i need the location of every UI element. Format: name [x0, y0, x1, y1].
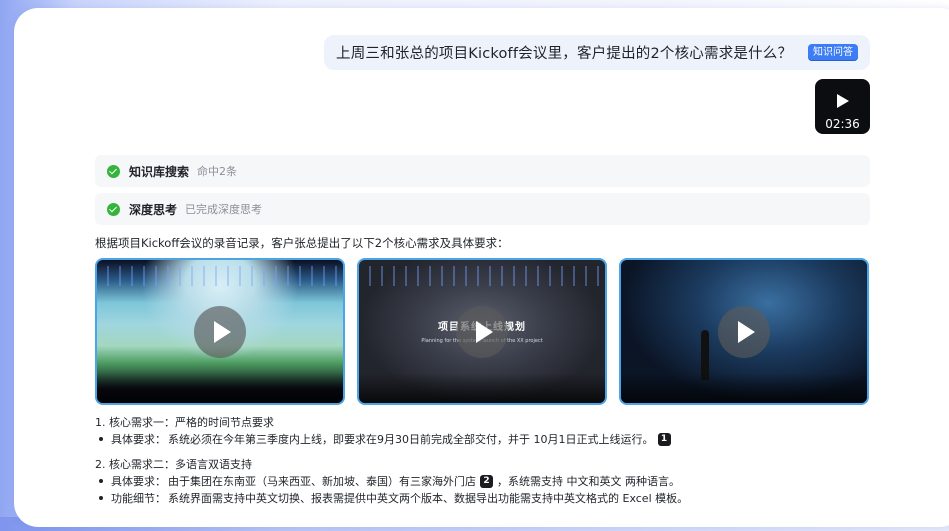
audience-silhouette [359, 373, 605, 403]
citation-badge[interactable]: 2 [480, 474, 493, 488]
step-knowledge-search[interactable]: 知识库搜索 命中2条 [95, 155, 870, 187]
bullet-label: 功能细节： [111, 492, 166, 505]
bullet-label: 具体要求： [111, 475, 166, 488]
bullet-dot [99, 437, 103, 441]
requirement-1-title: 1. 核心需求一：严格的时间节点要求 [95, 416, 274, 429]
bullet-label: 具体要求： [111, 433, 166, 446]
play-icon [837, 94, 849, 108]
stage-floor [621, 373, 867, 403]
bullet-text: 由于集团在东南亚（马来西亚、新加坡、泰国）有三家海外门店 [168, 475, 476, 488]
video-clip-3[interactable] [619, 258, 869, 405]
requirement-2-title: 2. 核心需求二：多语言双语支持 [95, 458, 252, 471]
requirement-2-detail: 具体要求： 由于集团在东南亚（马来西亚、新加坡、泰国）有三家海外门店 2 ，系统… [99, 473, 680, 489]
audience-silhouette [97, 373, 343, 403]
stage-lights [97, 266, 343, 286]
video-clip-2[interactable]: 项目系统上线规划 Planning for the system launch … [357, 258, 607, 405]
answer-intro: 根据项目Kickoff会议的录音记录，客户张总提出了以下2个核心需求及具体要求： [95, 236, 509, 250]
requirement-1-detail: 具体要求： 系统必须在今年第三季度内上线，即要求在9月30日前完成全部交付，并于… [99, 431, 671, 447]
play-icon[interactable] [718, 305, 770, 358]
video-clip-1[interactable] [95, 258, 345, 405]
bullet-dot [99, 479, 103, 483]
bullet-text: 系统界面需支持中英文切换、报表需提供中英文两个版本、数据导出功能需支持中英文格式… [168, 492, 689, 505]
step-subtitle: 命中2条 [197, 165, 238, 178]
requirement-2-function-detail: 功能细节： 系统界面需支持中英文切换、报表需提供中英文两个版本、数据导出功能需支… [99, 490, 688, 506]
user-question-bubble: 上周三和张总的项目Kickoff会议里，客户提出的2个核心需求是什么？ 知识问答 [324, 35, 870, 70]
bullet-dot [99, 496, 103, 500]
stage-lights [359, 266, 605, 286]
step-title: 知识库搜索 [129, 164, 190, 179]
step-deep-thinking[interactable]: 深度思考 已完成深度思考 [95, 193, 870, 225]
play-icon[interactable] [194, 305, 246, 358]
bullet-text: ，系统需支持 中文和英文 两种语言。 [497, 475, 680, 488]
play-icon[interactable] [456, 305, 508, 358]
check-circle-icon [107, 164, 120, 178]
video-duration: 02:36 [825, 117, 860, 131]
check-circle-icon [107, 202, 120, 216]
question-type-tag[interactable]: 知识问答 [808, 44, 858, 61]
bullet-text: 系统必须在今年第三季度内上线，即要求在9月30日前完成全部交付，并于 10月1日… [168, 433, 654, 446]
question-text: 上周三和张总的项目Kickoff会议里，客户提出的2个核心需求是什么？ [336, 46, 793, 62]
citation-badge[interactable]: 1 [657, 432, 671, 446]
step-title: 深度思考 [129, 202, 178, 217]
video-attachment[interactable]: 02:36 [815, 79, 870, 134]
step-subtitle: 已完成深度思考 [185, 203, 263, 216]
